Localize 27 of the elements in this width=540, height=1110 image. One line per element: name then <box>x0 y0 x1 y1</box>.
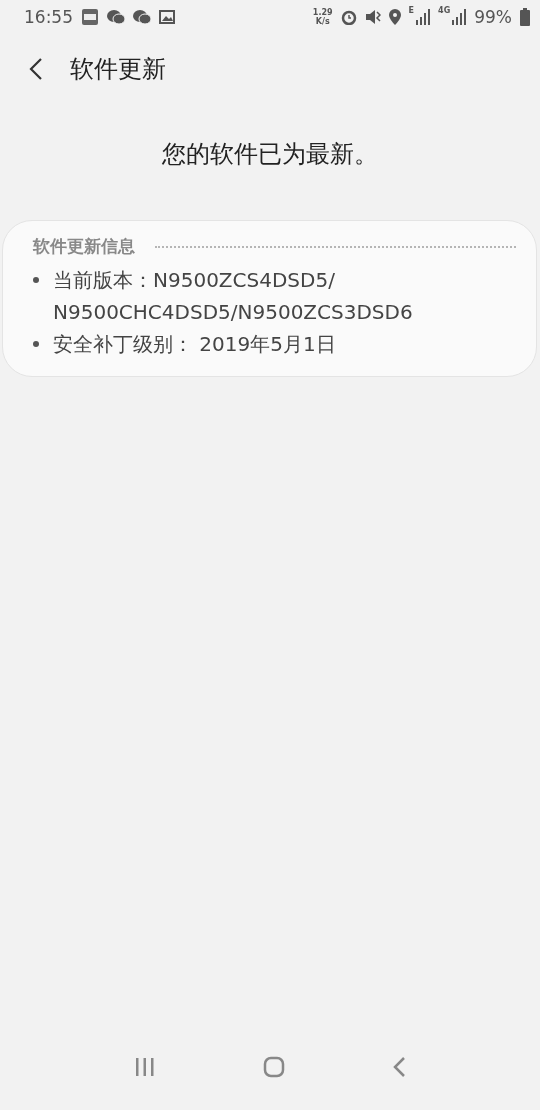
info-text: 安全补丁级别： 2019年5月1日 <box>53 331 336 358</box>
page-title: 软件更新 <box>70 54 166 85</box>
bullet-icon <box>33 341 39 347</box>
location-icon <box>388 9 401 25</box>
status-message: 您的软件已为最新。 <box>162 139 378 170</box>
back-icon <box>392 1056 407 1078</box>
chat-bubbles-icon <box>107 9 125 25</box>
image-icon <box>159 10 175 24</box>
info-text: 当前版本：N9500ZCS4DSD5/ <box>53 267 336 294</box>
alarm-icon <box>340 9 357 25</box>
battery-percent: 99% <box>474 7 512 27</box>
battery-icon <box>520 8 530 26</box>
recent-apps-icon <box>133 1057 156 1077</box>
network-speed: K/s <box>315 17 330 26</box>
network-speed: 1.29 <box>312 8 333 17</box>
section-title: 软件更新信息 <box>33 235 135 258</box>
clock-time: 16:55 <box>24 7 73 27</box>
mute-icon <box>364 9 381 25</box>
news-app-icon <box>81 8 99 26</box>
network-type: 4G <box>438 6 451 15</box>
bullet-icon <box>33 277 39 283</box>
chat-bubbles-icon <box>133 9 151 25</box>
info-text: N9500CHC4DSD5/N9500ZCS3DSD6 <box>53 299 413 326</box>
signal-icon <box>416 9 431 25</box>
home-icon <box>263 1056 285 1078</box>
signal-icon <box>452 9 467 25</box>
network-type: E <box>408 6 415 15</box>
